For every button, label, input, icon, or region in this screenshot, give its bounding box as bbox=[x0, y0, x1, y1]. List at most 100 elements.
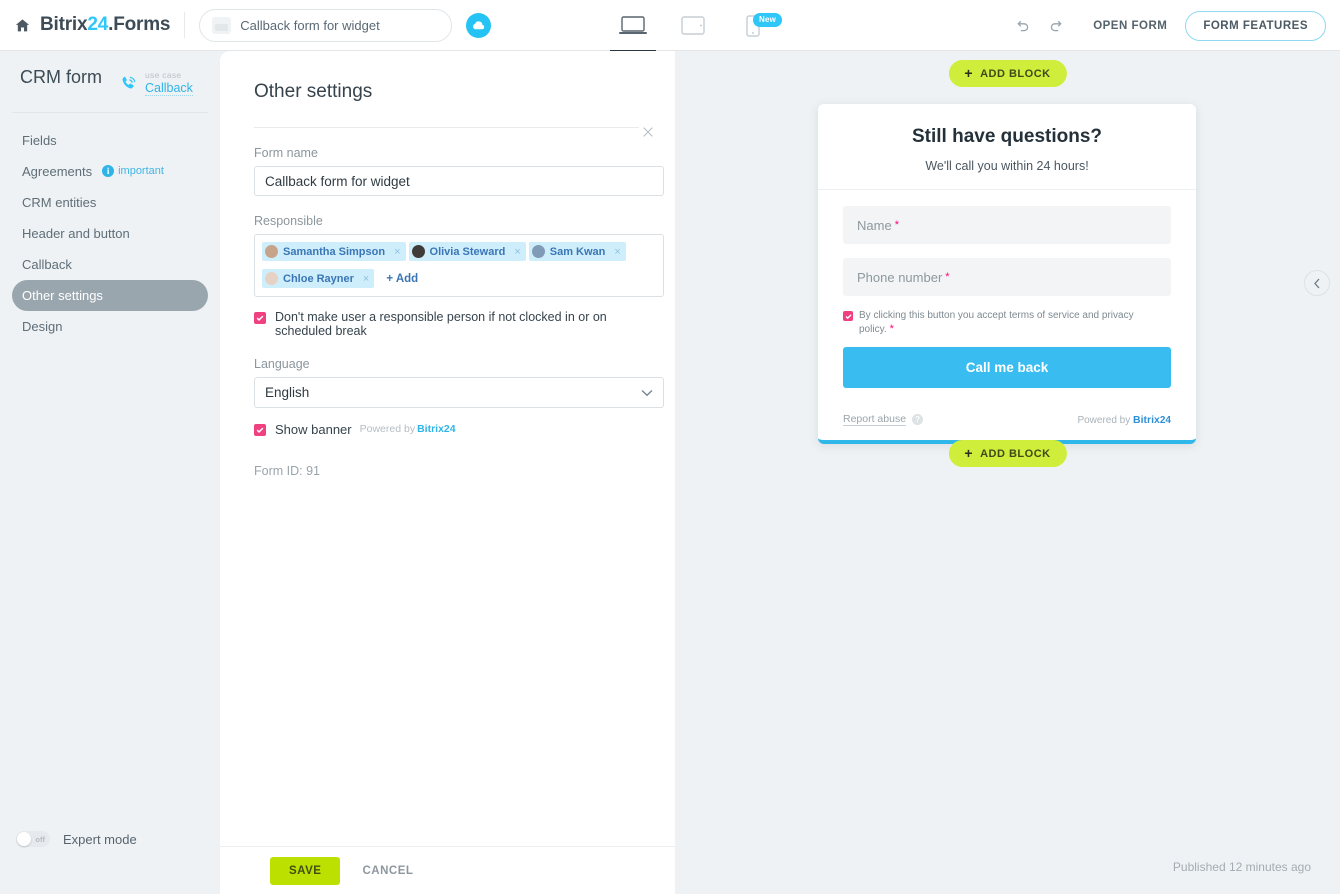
show-banner-label: Show banner bbox=[275, 421, 352, 437]
chevron-left-icon[interactable] bbox=[1304, 270, 1330, 296]
sidebar-item-crm-entities[interactable]: CRM entities bbox=[12, 187, 208, 218]
responsible-name: Samantha Simpson bbox=[283, 245, 386, 258]
open-form-button[interactable]: OPEN FORM bbox=[1079, 20, 1181, 32]
sidebar-item-label: Design bbox=[22, 318, 63, 334]
home-icon[interactable] bbox=[12, 15, 32, 35]
show-banner-checkbox[interactable] bbox=[254, 424, 266, 437]
page-title: CRM form bbox=[20, 67, 102, 87]
sidebar-item-label: Agreements bbox=[22, 163, 93, 179]
cancel-button[interactable]: CANCEL bbox=[362, 865, 413, 877]
responsible-label: Responsible bbox=[254, 214, 323, 228]
use-case-block[interactable]: use case Callback bbox=[118, 71, 193, 97]
sidebar-nav: Fields Agreements i important CRM entiti… bbox=[0, 113, 220, 342]
brand-number: 24 bbox=[87, 14, 109, 35]
add-block-label: ADD BLOCK bbox=[980, 447, 1051, 460]
important-badge-label: important bbox=[118, 165, 164, 178]
sidebar-item-callback[interactable]: Callback bbox=[12, 249, 208, 280]
expert-mode-state: off bbox=[35, 834, 45, 844]
required-marker: * bbox=[889, 322, 894, 335]
sidebar-item-label: Header and button bbox=[22, 225, 130, 241]
device-tablet-button[interactable] bbox=[674, 11, 712, 41]
clocked-in-checkbox-row[interactable]: Don't make user a responsible person if … bbox=[254, 310, 639, 339]
name-field[interactable]: Name * bbox=[843, 206, 1171, 244]
device-mobile-button[interactable]: New bbox=[734, 11, 783, 41]
settings-panel: Other settings Form name Responsible Sam… bbox=[220, 51, 675, 846]
top-bar: Bitrix24.Forms New bbox=[0, 0, 1340, 52]
sidebar-item-other-settings[interactable]: Other settings bbox=[12, 279, 208, 311]
powered-by-brand[interactable]: Bitrix24 bbox=[417, 423, 456, 435]
use-case-value[interactable]: Callback bbox=[145, 81, 193, 97]
device-desktop-button[interactable] bbox=[610, 11, 656, 52]
responsible-chip[interactable]: Chloe Rayner × bbox=[262, 269, 375, 288]
powered-by-text: Powered by bbox=[359, 423, 416, 436]
sidebar-item-design[interactable]: Design bbox=[12, 311, 208, 342]
add-block-button-bottom[interactable]: + ADD BLOCK bbox=[948, 440, 1067, 467]
expert-mode-toggle[interactable]: off bbox=[16, 831, 50, 847]
form-name-input[interactable] bbox=[240, 17, 440, 33]
form-card-body: Name * Phone number * By clicking this but… bbox=[818, 190, 1196, 400]
panel-divider bbox=[254, 127, 639, 128]
redo-icon[interactable] bbox=[1039, 9, 1073, 43]
phone-field[interactable]: Phone number * bbox=[843, 258, 1171, 296]
header-divider bbox=[184, 12, 186, 38]
save-button[interactable]: SAVE bbox=[270, 856, 341, 885]
responsible-chip[interactable]: Sam Kwan × bbox=[528, 242, 626, 261]
sidebar-item-header-and-button[interactable]: Header and button bbox=[12, 218, 208, 249]
plus-icon: + bbox=[964, 445, 974, 461]
panel-title: Other settings bbox=[254, 81, 373, 102]
responsible-field[interactable]: Samantha Simpson × Olivia Steward × Sam … bbox=[254, 234, 664, 297]
form-card: Still have questions? We'll call you wit… bbox=[818, 104, 1196, 445]
close-small-icon[interactable]: × bbox=[614, 246, 620, 258]
use-case-label: use case bbox=[145, 70, 182, 80]
sidebar-header: CRM form use case Callback bbox=[0, 51, 220, 97]
sidebar-item-label: Other settings bbox=[22, 287, 103, 303]
form-features-button[interactable]: FORM FEATURES bbox=[1185, 10, 1326, 41]
clocked-in-checkbox-label: Don't make user a responsible person if … bbox=[275, 310, 607, 339]
close-icon[interactable] bbox=[641, 125, 657, 141]
form-title: Still have questions? bbox=[911, 126, 1103, 147]
avatar bbox=[265, 245, 278, 258]
sidebar-item-agreements[interactable]: Agreements i important bbox=[12, 156, 208, 187]
consent-row[interactable]: By clicking this button you accept terms… bbox=[843, 310, 1171, 336]
language-select[interactable]: English bbox=[254, 376, 664, 408]
close-small-icon[interactable]: × bbox=[394, 246, 400, 258]
close-small-icon[interactable]: × bbox=[363, 273, 369, 285]
form-name-field[interactable] bbox=[199, 8, 453, 42]
responsible-chip[interactable]: Olivia Steward × bbox=[408, 242, 526, 261]
add-responsible-button[interactable]: + Add bbox=[386, 273, 418, 285]
phone-field-placeholder: Phone number bbox=[857, 269, 943, 285]
device-preview-switcher: New bbox=[610, 0, 783, 52]
cloud-icon[interactable] bbox=[466, 12, 492, 38]
responsible-chip[interactable]: Samantha Simpson × bbox=[262, 242, 406, 261]
undo-icon[interactable] bbox=[1005, 9, 1039, 43]
report-abuse-link[interactable]: Report abuse bbox=[843, 413, 907, 427]
sidebar-item-label: CRM entities bbox=[22, 194, 97, 210]
required-marker: * bbox=[894, 219, 899, 231]
form-subtitle: We'll call you within 24 hours! bbox=[925, 159, 1089, 173]
add-block-button-top[interactable]: + ADD BLOCK bbox=[948, 60, 1067, 87]
avatar bbox=[265, 272, 278, 285]
expert-mode-label: Expert mode bbox=[63, 831, 137, 847]
question-mark-icon[interactable]: ? bbox=[912, 414, 924, 426]
language-label: Language bbox=[254, 356, 310, 371]
form-name-input[interactable] bbox=[254, 166, 664, 196]
sidebar-item-label: Fields bbox=[22, 132, 57, 148]
sidebar-item-fields[interactable]: Fields bbox=[12, 125, 208, 156]
submit-button[interactable]: Call me back bbox=[843, 347, 1171, 389]
add-block-label: ADD BLOCK bbox=[980, 67, 1051, 80]
show-banner-row[interactable]: Show banner Powered by Bitrix24 bbox=[254, 422, 639, 437]
clocked-in-checkbox[interactable] bbox=[254, 312, 266, 324]
sidebar: CRM form use case Callback Fields Agreem… bbox=[0, 51, 220, 894]
expert-mode-row[interactable]: off Expert mode bbox=[0, 822, 220, 856]
top-bar-actions: OPEN FORM FORM FEATURES bbox=[1005, 0, 1326, 51]
powered-by-text: Powered by bbox=[1077, 414, 1131, 426]
consent-checkbox[interactable] bbox=[843, 311, 853, 321]
brand-prefix: Bitrix bbox=[40, 14, 88, 35]
form-card-footer: Report abuse ? Powered by Bitrix24 bbox=[818, 400, 1196, 440]
language-value: English bbox=[265, 384, 310, 400]
form-name-label: Form name bbox=[254, 146, 318, 160]
report-abuse-block[interactable]: Report abuse ? bbox=[843, 413, 924, 427]
powered-by-number: 24 bbox=[1159, 414, 1171, 426]
close-small-icon[interactable]: × bbox=[514, 246, 520, 258]
app-brand: Bitrix24.Forms bbox=[40, 14, 170, 36]
